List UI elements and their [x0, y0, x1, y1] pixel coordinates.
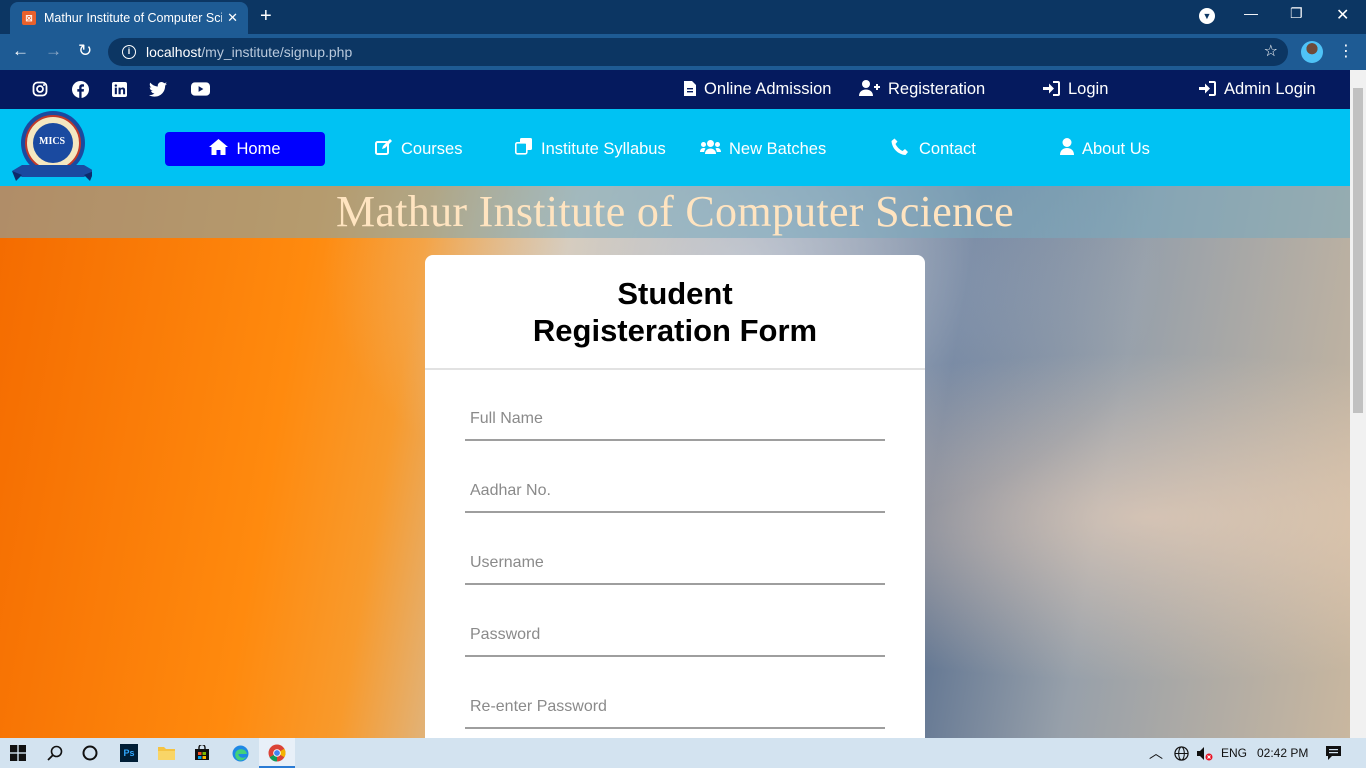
username-field — [465, 543, 885, 585]
new-tab-button[interactable]: + — [260, 5, 272, 28]
browser-tab-bar: ⊠ Mathur Institute of Computer Science ✕… — [0, 0, 1366, 34]
profile-avatar[interactable] — [1301, 41, 1323, 63]
edge-icon[interactable] — [231, 744, 249, 762]
sign-in-icon — [1043, 80, 1060, 99]
password-field — [465, 615, 885, 657]
tab-search-icon[interactable]: ▼ — [1199, 8, 1215, 24]
browser-toolbar: ← → ↻ i localhost/my_institute/signup.ph… — [0, 34, 1366, 70]
phone-icon — [891, 138, 909, 160]
logo-text: MICS — [39, 136, 66, 147]
twitter-icon[interactable] — [149, 80, 167, 98]
clock[interactable]: 02:42 PM — [1257, 746, 1308, 760]
window-close-icon[interactable]: ✕ — [1336, 5, 1349, 25]
restore-icon[interactable]: ❐ — [1290, 5, 1303, 22]
institute-logo[interactable]: MICS — [10, 109, 94, 186]
main-navigation: MICS Home Courses Institute Syllabus New… — [0, 109, 1350, 186]
form-title-line1: Student — [617, 276, 733, 311]
title-banner: Mathur Institute of Computer Science — [0, 186, 1350, 238]
nav-courses[interactable]: Courses — [375, 132, 462, 166]
sign-in-icon — [1199, 80, 1216, 99]
re-enter-password-field — [465, 687, 885, 729]
file-explorer-icon[interactable] — [157, 744, 175, 762]
document-icon — [684, 80, 696, 99]
registration-form-card: Student Registeration Form — [425, 255, 925, 738]
scrollbar-thumb[interactable] — [1353, 88, 1363, 413]
user-plus-icon — [859, 80, 880, 99]
nav-home[interactable]: Home — [165, 132, 325, 166]
aadhar-input[interactable] — [465, 471, 885, 511]
volume-muted-icon[interactable] — [1195, 744, 1213, 762]
windows-taskbar: Ps ︿ ENG 02:42 PM — [0, 738, 1366, 768]
registeration-link[interactable]: Registeration — [859, 80, 985, 99]
store-icon[interactable] — [193, 744, 211, 762]
browser-menu-icon[interactable]: ⋮ — [1338, 41, 1354, 61]
nav-courses-label: Courses — [401, 139, 463, 158]
tab-title: Mathur Institute of Computer Science — [44, 11, 222, 25]
facebook-icon[interactable] — [71, 80, 89, 98]
search-icon[interactable] — [46, 744, 64, 762]
admin-login-link[interactable]: Admin Login — [1199, 80, 1316, 99]
notifications-icon[interactable] — [1324, 744, 1342, 762]
nav-new-batches-label: New Batches — [729, 139, 827, 158]
nav-about-us-label: About Us — [1082, 139, 1150, 158]
nav-contact[interactable]: Contact — [891, 132, 976, 166]
back-icon[interactable]: ← — [12, 41, 29, 61]
nav-about-us[interactable]: About Us — [1060, 132, 1150, 166]
instagram-icon[interactable] — [31, 80, 49, 98]
login-label: Login — [1068, 80, 1109, 98]
online-admission-link[interactable]: Online Admission — [684, 80, 831, 99]
nav-institute-syllabus[interactable]: Institute Syllabus — [515, 132, 666, 166]
form-title-line2: Registeration Form — [532, 313, 818, 348]
chrome-taskbar-button[interactable] — [259, 738, 295, 768]
nav-institute-syllabus-label: Institute Syllabus — [541, 139, 666, 158]
youtube-icon[interactable] — [190, 80, 210, 98]
full-name-field — [465, 399, 885, 441]
page-viewport: Online Admission Registeration Login Adm… — [0, 70, 1350, 738]
site-info-icon[interactable]: i — [122, 45, 136, 59]
aadhar-field — [465, 471, 885, 513]
password-input[interactable] — [465, 615, 885, 655]
tray-chevron-up-icon[interactable]: ︿ — [1149, 743, 1163, 763]
cortana-icon[interactable] — [81, 744, 99, 762]
admin-login-label: Admin Login — [1224, 80, 1316, 98]
online-admission-label: Online Admission — [704, 80, 832, 98]
re-enter-password-input[interactable] — [465, 687, 885, 727]
forward-icon[interactable]: → — [45, 41, 62, 61]
network-globe-icon[interactable] — [1172, 744, 1190, 762]
copy-icon — [515, 138, 533, 160]
login-link[interactable]: Login — [1043, 80, 1108, 99]
minimize-icon[interactable]: — — [1244, 5, 1258, 21]
tab-close-icon[interactable]: ✕ — [227, 10, 238, 26]
form-title: Student Registeration Form — [425, 275, 925, 349]
photoshop-icon[interactable]: Ps — [120, 744, 138, 762]
reload-icon[interactable]: ↻ — [78, 41, 92, 61]
bookmark-star-icon[interactable]: ☆ — [1264, 41, 1278, 61]
username-input[interactable] — [465, 543, 885, 583]
page-scrollbar[interactable] — [1350, 70, 1366, 738]
language-indicator[interactable]: ENG — [1221, 746, 1247, 760]
windows-start-icon[interactable] — [9, 744, 27, 762]
users-icon — [700, 139, 721, 159]
url-host: localhost — [146, 44, 202, 60]
full-name-input[interactable] — [465, 399, 885, 439]
address-bar[interactable]: i localhost/my_institute/signup.php ☆ — [108, 38, 1288, 66]
user-icon — [1060, 138, 1074, 160]
url-path: /my_institute/signup.php — [201, 44, 353, 60]
browser-tab[interactable]: ⊠ Mathur Institute of Computer Science ✕ — [10, 2, 248, 34]
nav-new-batches[interactable]: New Batches — [700, 132, 826, 166]
nav-home-label: Home — [236, 139, 281, 158]
home-icon — [209, 138, 229, 160]
linkedin-icon[interactable] — [110, 80, 128, 98]
edit-icon — [375, 138, 393, 160]
nav-contact-label: Contact — [919, 139, 976, 158]
xampp-favicon-icon: ⊠ — [22, 11, 36, 25]
registeration-label: Registeration — [888, 80, 986, 98]
form-divider — [425, 368, 925, 370]
institute-title: Mathur Institute of Computer Science — [336, 187, 1014, 236]
top-bar: Online Admission Registeration Login Adm… — [0, 70, 1350, 109]
